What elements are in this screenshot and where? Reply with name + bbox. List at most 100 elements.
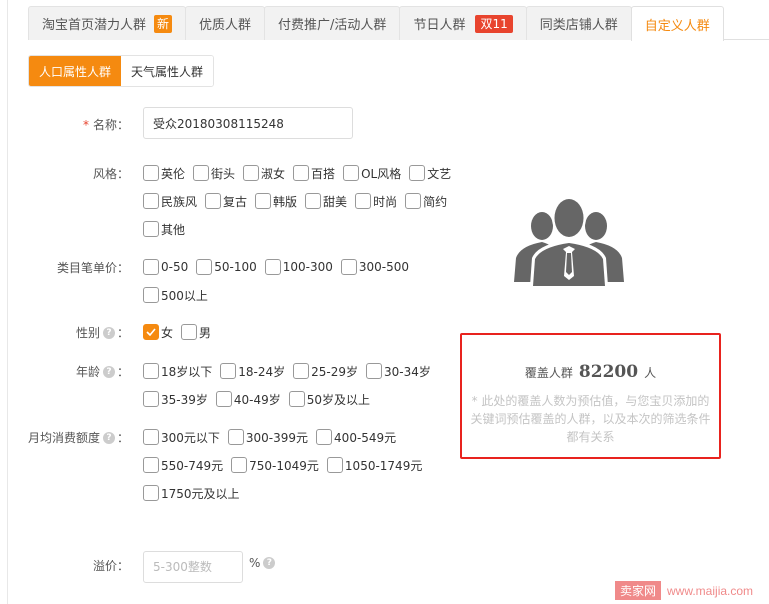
style-option-british[interactable]: 英伦 [143,165,185,182]
checkbox[interactable] [326,457,343,473]
style-option-street[interactable]: 街头 [193,165,235,182]
age-option-under-18[interactable]: 18岁以下 [143,363,212,380]
coverage-count: 82200 [578,362,639,382]
colon: ： [116,365,129,379]
checkbox[interactable] [355,193,372,209]
checkbox[interactable] [255,193,272,209]
help-icon[interactable]: ? [263,557,276,569]
checkbox[interactable] [181,324,198,340]
style-option-korean[interactable]: 韩版 [255,193,297,210]
left-divider [7,0,8,604]
style-option-simple[interactable]: 简约 [405,193,447,210]
checkbox[interactable] [405,193,422,209]
style-option-ethnic[interactable]: 民族风 [143,193,197,210]
spend-option-300-399[interactable]: 300-399元 [227,429,309,446]
checkbox[interactable] [288,391,305,407]
checkbox[interactable] [231,457,248,473]
option-label: 550-749元 [161,458,224,473]
style-label: 风格： [92,167,129,181]
checkbox[interactable] [343,165,360,181]
audience-name-input[interactable] [143,107,353,139]
style-option-lady[interactable]: 淑女 [243,165,285,182]
tab-label: 同类店铺人群 [539,18,618,33]
checkbox[interactable] [205,193,222,209]
tab-label: 节日人群 [413,18,466,33]
checkbox[interactable] [220,363,237,379]
checkbox[interactable] [264,259,281,275]
checkbox[interactable] [143,457,159,473]
premium-label: 溢价： [92,559,129,573]
coverage-prefix: 覆盖人群 [524,366,573,380]
help-icon[interactable]: ? [102,431,115,444]
age-option-35-39[interactable]: 35-39岁 [143,391,208,408]
spend-row-3: 1750元及以上 [143,484,248,502]
subtab-weather[interactable]: 天气属性人群 [121,56,214,86]
premium-input[interactable] [143,551,243,583]
checkbox[interactable] [143,391,159,407]
spend-option-400-549[interactable]: 400-549元 [316,429,396,446]
spend-option-1050-1749[interactable]: 1050-1749元 [326,457,423,474]
style-option-ol[interactable]: OL风格 [343,165,401,182]
checkbox[interactable] [143,193,159,209]
checkbox[interactable] [143,485,159,501]
spend-option-1750-plus[interactable]: 1750元及以上 [143,485,240,502]
checkbox[interactable] [227,429,244,445]
option-label: 500以上 [161,288,208,303]
option-label: 复古 [223,194,248,209]
help-icon[interactable]: ? [102,326,115,339]
checkbox[interactable] [340,259,357,275]
style-option-retro[interactable]: 复古 [205,193,247,210]
price-option-500-plus[interactable]: 500以上 [143,287,208,304]
tab-paid-promotion-audience[interactable]: 付费推广/活动人群 [264,6,401,40]
checkbox-checked[interactable] [143,324,159,340]
checkbox[interactable] [193,165,210,181]
checkbox[interactable] [293,165,310,181]
coverage-estimate-panel: 覆盖人群 82200 人 * 此处的覆盖人数为预估值，与您宝贝添加的关键词预估覆… [460,333,721,459]
age-option-40-49[interactable]: 40-49岁 [215,391,281,408]
checkbox[interactable] [143,429,159,445]
checkbox[interactable] [143,259,159,275]
checkbox[interactable] [409,165,426,181]
style-row-3: 其他 [143,220,193,238]
checkbox[interactable] [143,363,159,379]
spend-option-750-1049[interactable]: 750-1049元 [231,457,319,474]
price-option-0-50[interactable]: 0-50 [143,259,188,275]
style-option-versatile[interactable]: 百搭 [293,165,335,182]
checkbox[interactable] [143,165,159,181]
age-option-30-34[interactable]: 30-34岁 [366,363,431,380]
option-label: 300-399元 [245,430,309,445]
tab-similar-store-audience[interactable]: 同类店铺人群 [525,6,632,40]
style-option-sweet[interactable]: 甜美 [305,193,347,210]
checkbox[interactable] [293,363,310,379]
price-option-100-300[interactable]: 100-300 [264,259,333,275]
checkbox[interactable] [305,193,322,209]
tab-quality-audience[interactable]: 优质人群 [185,6,266,40]
option-label: 1050-1749元 [344,458,423,473]
checkbox[interactable] [143,287,159,303]
style-option-other[interactable]: 其他 [143,221,185,238]
age-option-25-29[interactable]: 25-29岁 [293,363,358,380]
age-option-18-24[interactable]: 18-24岁 [220,363,285,380]
help-icon[interactable]: ? [102,365,115,378]
checkbox[interactable] [143,221,159,237]
gender-option-male[interactable]: 男 [181,324,211,341]
tab-custom-audience[interactable]: 自定义人群 [630,6,724,41]
checkbox[interactable] [215,391,232,407]
subtab-demographic[interactable]: 人口属性人群 [29,56,122,86]
tab-taobao-homepage-potential[interactable]: 淘宝首页潜力人群 新 [28,6,187,40]
spend-option-550-749[interactable]: 550-749元 [143,457,223,474]
option-label: 街头 [211,166,236,181]
checkbox[interactable] [366,363,383,379]
checkbox[interactable] [243,165,260,181]
checkbox[interactable] [196,259,213,275]
checkbox[interactable] [316,429,333,445]
spend-option-under-300[interactable]: 300元以下 [143,429,220,446]
tab-holiday-audience[interactable]: 节日人群 双11 [399,6,527,40]
price-option-50-100[interactable]: 50-100 [196,259,257,275]
price-option-300-500[interactable]: 300-500 [340,259,409,275]
gender-option-female[interactable]: 女 [143,324,173,341]
age-option-50-plus[interactable]: 50岁及以上 [288,391,370,408]
age-row-2: 35-39岁 40-49岁 50岁及以上 [143,390,378,408]
style-option-artsy[interactable]: 文艺 [409,165,451,182]
style-option-fashion[interactable]: 时尚 [355,193,397,210]
